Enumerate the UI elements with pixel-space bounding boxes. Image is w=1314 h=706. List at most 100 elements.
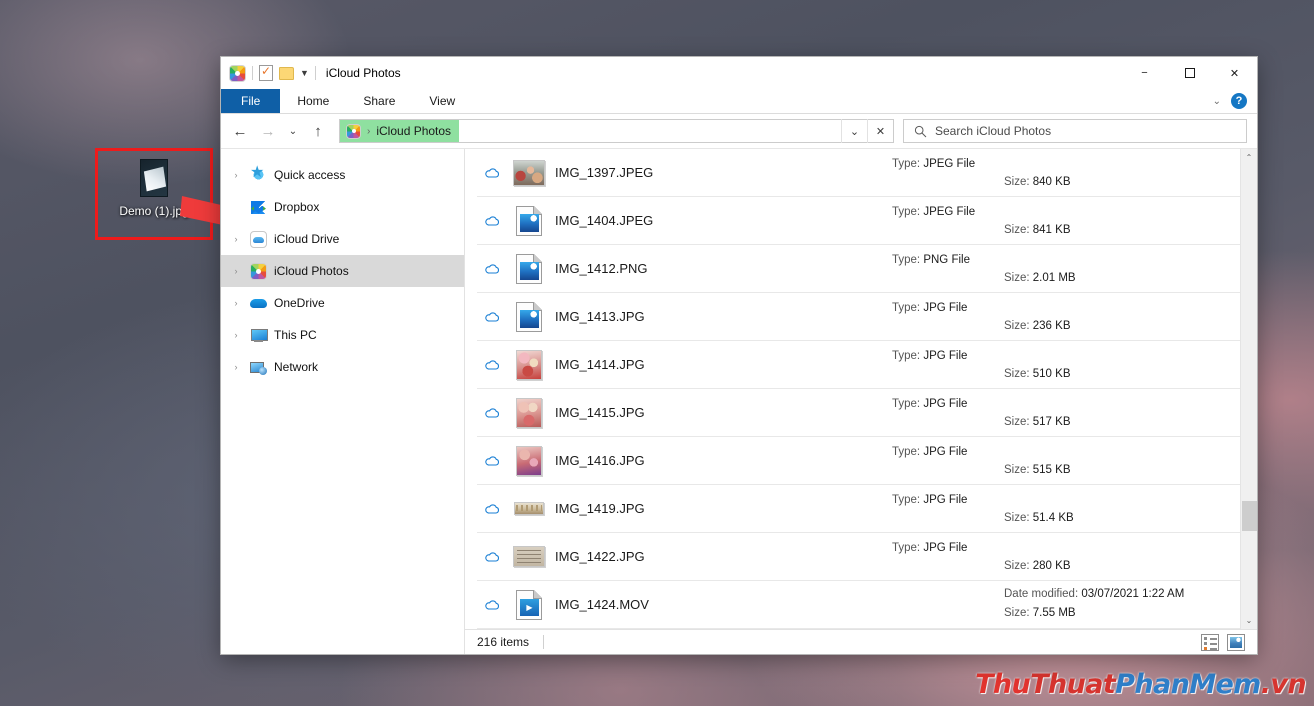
file-name: IMG_1422.JPG	[555, 549, 645, 564]
sidebar-item-this-pc[interactable]: › This PC	[221, 319, 464, 351]
file-row[interactable]: IMG_1413.JPG Type: JPG File Size: 236 KB	[477, 293, 1240, 341]
file-size-value: 515 KB	[1032, 463, 1071, 476]
file-row[interactable]: IMG_1414.JPG Type: JPG File Size: 510 KB	[477, 341, 1240, 389]
sidebar-item-quick-access[interactable]: › Quick access	[221, 159, 464, 191]
properties-icon[interactable]	[259, 63, 273, 81]
tab-home[interactable]: Home	[280, 89, 346, 113]
file-metadata: Type: PNG File Size: 2.01 MB	[892, 245, 1240, 293]
chevron-right-icon[interactable]: ›	[229, 234, 243, 244]
file-row[interactable]: IMG_1416.JPG Type: JPG File Size: 515 KB	[477, 437, 1240, 485]
sidebar-item-label: OneDrive	[274, 296, 325, 310]
sidebar-item-label: This PC	[274, 328, 317, 342]
sidebar-item-icloud-drive[interactable]: › iCloud Drive	[221, 223, 464, 255]
maximize-button[interactable]	[1167, 57, 1212, 89]
forward-arrow-icon[interactable]: →	[255, 118, 281, 144]
file-row[interactable]: IMG_1424.MOV Date modified: 03/07/2021 1:…	[477, 581, 1240, 629]
chevron-down-icon[interactable]: ▼	[300, 68, 309, 78]
divider	[543, 635, 545, 649]
close-button[interactable]: ✕	[1212, 57, 1257, 89]
file-size-value: 517 KB	[1032, 415, 1071, 428]
file-thumbnail	[503, 445, 555, 476]
file-size-value: 280 KB	[1032, 559, 1071, 572]
file-row[interactable]: IMG_1419.JPG Type: JPG File Size: 51.4 KB	[477, 485, 1240, 533]
breadcrumb[interactable]: › iCloud Photos	[340, 120, 460, 142]
large-icons-view-button[interactable]	[1227, 633, 1245, 651]
breadcrumb-label: iCloud Photos	[376, 124, 452, 138]
file-size: Size: 51.4 KB	[1004, 511, 1074, 524]
address-close-button[interactable]: ✕	[867, 119, 893, 143]
file-type: Type: JPG File	[892, 397, 968, 410]
sidebar-item-label: iCloud Drive	[274, 232, 340, 246]
file-name: IMG_1419.JPG	[555, 501, 645, 516]
file-size: Size: 236 KB	[1004, 319, 1071, 332]
file-type: Type: JPG File	[892, 301, 968, 314]
sidebar-item-onedrive[interactable]: › OneDrive	[221, 287, 464, 319]
chevron-right-icon[interactable]: ›	[229, 298, 243, 308]
file-row[interactable]: IMG_1404.JPEG Type: JPEG File Size: 841 KB	[477, 197, 1240, 245]
search-input-placeholder[interactable]: Search iCloud Photos	[935, 124, 1051, 138]
file-row[interactable]: IMG_1397.JPEG Type: JPEG File Size: 840 KB	[477, 149, 1240, 197]
recent-locations-icon[interactable]: ⌄	[283, 118, 303, 144]
sidebar-item-icloud-photos[interactable]: › iCloud Photos	[221, 255, 464, 287]
back-arrow-icon[interactable]: ←	[227, 118, 253, 144]
file-thumbnail	[503, 301, 555, 332]
cloud-online-only-icon	[481, 502, 503, 516]
file-row[interactable]: IMG_1415.JPG Type: JPG File Size: 517 KB	[477, 389, 1240, 437]
photo-thumbnail-icon	[513, 546, 545, 567]
file-thumbnail	[503, 349, 555, 380]
file-size: Size: 841 KB	[1004, 223, 1071, 236]
this-pc-icon	[250, 327, 268, 344]
cloud-online-only-icon	[481, 262, 503, 276]
icloud-photos-icon	[250, 262, 267, 280]
file-type-value: JPG File	[923, 541, 968, 554]
minimize-button[interactable]: −	[1122, 57, 1167, 89]
tab-file[interactable]: File	[221, 89, 281, 113]
chevron-right-icon[interactable]: ›	[229, 266, 243, 276]
maximize-icon	[1184, 68, 1195, 78]
search-box[interactable]: Search iCloud Photos	[903, 119, 1247, 143]
chevron-down-icon[interactable]: ⌄	[1213, 96, 1221, 107]
file-thumbnail	[503, 502, 555, 515]
file-size-value: 236 KB	[1032, 319, 1071, 332]
photo-thumbnail-icon	[516, 397, 542, 428]
file-type-value: JPEG File	[923, 205, 976, 218]
chevron-right-icon[interactable]: ›	[229, 170, 243, 180]
scroll-down-button[interactable]: ⌄	[1241, 612, 1258, 629]
status-bar: 216 items	[465, 629, 1257, 654]
file-type: Type: JPG File	[892, 541, 968, 554]
tab-share[interactable]: Share	[346, 89, 412, 113]
sidebar-item-dropbox[interactable]: Dropbox	[221, 191, 464, 223]
file-type-value: JPG File	[923, 493, 968, 506]
chevron-right-icon[interactable]: ›	[229, 362, 243, 372]
scroll-up-button[interactable]: ⌃	[1241, 149, 1258, 166]
video-file-icon	[516, 589, 542, 620]
divider	[252, 66, 253, 80]
up-arrow-icon[interactable]: ↑	[305, 118, 331, 144]
file-row[interactable]: IMG_1422.JPG Type: JPG File Size: 280 KB	[477, 533, 1240, 581]
file-list: IMG_1397.JPEG Type: JPEG File Size: 840 KB…	[465, 149, 1257, 629]
scrollbar-thumb[interactable]	[1241, 501, 1257, 531]
cloud-online-only-icon	[481, 166, 503, 180]
scrollbar-track[interactable]	[1241, 166, 1258, 612]
file-row[interactable]: IMG_1412.PNG Type: PNG File Size: 2.01 MB	[477, 245, 1240, 293]
desktop-file-icon[interactable]: Demo (1).jpg	[100, 152, 208, 236]
address-dropdown-button[interactable]: ⌄	[841, 119, 867, 143]
new-folder-icon[interactable]	[279, 66, 294, 80]
file-type: Type: JPG File	[892, 349, 968, 362]
tab-view[interactable]: View	[412, 89, 472, 113]
file-metadata: Type: JPG File Size: 51.4 KB	[892, 485, 1240, 533]
vertical-scrollbar[interactable]: ⌃ ⌄	[1240, 149, 1257, 629]
file-size: Size: 2.01 MB	[1004, 271, 1076, 284]
details-view-button[interactable]	[1201, 633, 1219, 651]
divider	[314, 66, 316, 80]
sidebar-item-network[interactable]: › Network	[221, 351, 464, 383]
address-bar[interactable]: › iCloud Photos ⌄ ✕	[339, 119, 894, 143]
help-icon[interactable]: ?	[1231, 93, 1247, 109]
file-date-modified: Date modified: 03/07/2021 1:22 AM	[1004, 587, 1185, 600]
chevron-right-icon[interactable]: ›	[229, 330, 243, 340]
icloud-drive-icon	[250, 230, 267, 248]
file-size: Size: 840 KB	[1004, 175, 1071, 188]
file-metadata: Type: JPG File Size: 517 KB	[892, 389, 1240, 437]
cloud-online-only-icon	[481, 598, 503, 612]
cloud-online-only-icon	[481, 358, 503, 372]
